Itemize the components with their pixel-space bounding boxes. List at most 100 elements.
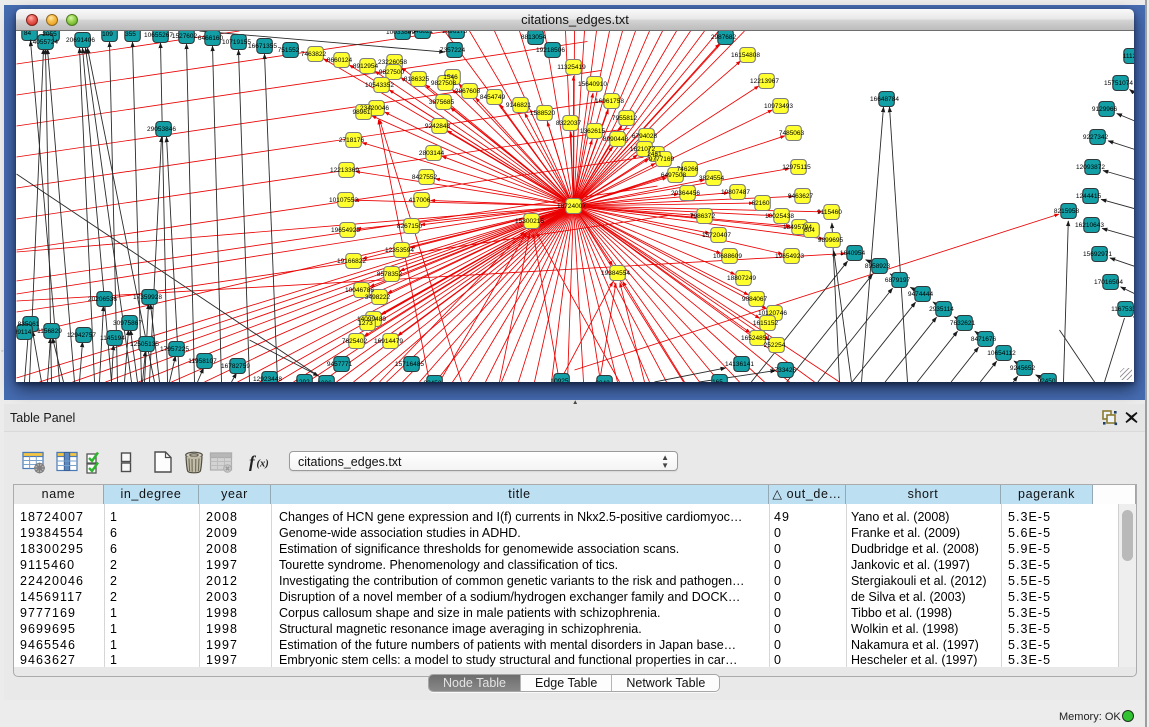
svg-text:10120746: 10120746 (758, 310, 787, 317)
svg-text:417006: 417006 (409, 197, 431, 204)
svg-text:29053846: 29053846 (147, 126, 176, 133)
svg-text:9646821: 9646821 (408, 31, 434, 35)
svg-text:1167533: 1167533 (1111, 306, 1133, 313)
svg-text:15300215: 15300215 (515, 218, 544, 225)
svg-text:8267150: 8267150 (397, 223, 423, 230)
svg-text:2342: 2342 (595, 380, 610, 382)
svg-text:16782759: 16782759 (221, 363, 250, 370)
svg-text:751552: 751552 (278, 47, 300, 54)
svg-text:1588520: 1588520 (530, 110, 556, 117)
svg-text:15720407: 15720407 (702, 232, 731, 239)
svg-text:19166822: 19166822 (337, 258, 366, 265)
svg-text:8990448: 8990448 (603, 136, 629, 143)
svg-text:10719155: 10719155 (222, 39, 251, 46)
svg-text:1292: 1292 (295, 379, 310, 382)
svg-text:16524851: 16524851 (741, 335, 770, 342)
svg-text:1244415: 1244415 (1076, 193, 1102, 200)
svg-text:8454749: 8454749 (480, 94, 506, 101)
svg-text:11958107: 11958107 (188, 358, 217, 365)
svg-text:12923448: 12923448 (253, 376, 282, 382)
svg-text:1615152: 1615152 (753, 320, 779, 327)
svg-text:835061: 835061 (18, 321, 40, 328)
svg-text:(x): (x) (257, 458, 269, 469)
svg-text:6879197: 6879197 (885, 277, 911, 284)
svg-text:9129966: 9129966 (1092, 106, 1118, 113)
svg-text:16210643: 16210643 (1075, 222, 1104, 229)
svg-text:16671355: 16671355 (248, 43, 277, 50)
svg-text:6497508: 6497508 (661, 172, 687, 179)
svg-text:12353594: 12353594 (385, 247, 414, 254)
svg-text:2987682: 2987682 (711, 34, 737, 41)
svg-text:2055: 2055 (42, 31, 57, 38)
svg-text:9457771: 9457771 (327, 361, 353, 368)
svg-text:9242848: 9242848 (425, 123, 451, 130)
svg-text:9899695: 9899695 (818, 237, 844, 244)
svg-text:30975867: 30975867 (113, 320, 142, 327)
svg-text:8186325: 8186325 (404, 76, 430, 83)
svg-text:12975115: 12975115 (782, 164, 811, 171)
svg-text:1733426: 1733426 (771, 367, 797, 374)
svg-text:1362615: 1362615 (580, 128, 606, 135)
svg-text:16648784: 16648784 (870, 96, 899, 103)
svg-text:2935114: 2935114 (929, 306, 954, 313)
svg-text:1156829: 1156829 (37, 328, 62, 335)
svg-text:12213369: 12213369 (330, 167, 359, 174)
svg-text:9474444: 9474444 (908, 291, 934, 298)
svg-text:7986372: 7986372 (690, 213, 716, 220)
svg-text:1112: 1112 (1123, 53, 1134, 60)
svg-text:15716485: 15716485 (395, 361, 424, 368)
svg-text:10543352: 10543352 (365, 82, 394, 89)
svg-text:8427552: 8427552 (412, 174, 438, 181)
svg-text:16961758: 16961758 (595, 98, 624, 105)
svg-text:6466160: 6466160 (198, 35, 224, 42)
svg-text:7357224: 7357224 (440, 47, 466, 54)
svg-text:7485063: 7485063 (779, 130, 805, 137)
svg-text:9084067: 9084067 (742, 296, 768, 303)
svg-text:746266: 746266 (677, 166, 699, 173)
svg-text:12093872: 12093872 (1076, 164, 1105, 171)
svg-text:11325419: 11325419 (557, 64, 586, 71)
svg-text:17016504: 17016504 (1094, 279, 1123, 286)
svg-text:8958923: 8958923 (865, 263, 891, 270)
svg-text:16154808: 16154808 (731, 52, 760, 59)
svg-text:2803144: 2803144 (419, 150, 445, 157)
svg-text:8215958: 8215958 (1054, 208, 1080, 215)
svg-text:19384554: 19384554 (601, 270, 630, 277)
svg-text:39114: 39114 (16, 329, 32, 336)
svg-text:14136141: 14136141 (725, 361, 754, 368)
svg-text:84: 84 (24, 31, 32, 37)
svg-text:92450: 92450 (423, 380, 441, 382)
svg-text:8660124: 8660124 (327, 57, 353, 64)
svg-text:604: 604 (804, 227, 815, 234)
svg-text:1273: 1273 (358, 320, 373, 327)
svg-text:10025438: 10025438 (765, 213, 794, 220)
svg-text:20691406: 20691406 (66, 37, 95, 44)
svg-text:2718176: 2718176 (339, 137, 365, 144)
svg-text:10654112: 10654112 (987, 350, 1016, 357)
svg-text:9146821: 9146821 (506, 102, 532, 109)
svg-text:17359928: 17359928 (133, 294, 162, 301)
svg-text:8322037: 8322037 (556, 120, 582, 127)
svg-text:252254: 252254 (764, 342, 786, 349)
svg-text:10107553: 10107553 (329, 197, 358, 204)
svg-text:9227342: 9227342 (1083, 134, 1109, 141)
svg-text:15640910: 15640910 (578, 81, 607, 88)
svg-text:355: 355 (125, 31, 136, 38)
svg-text:6794028: 6794028 (632, 133, 658, 140)
svg-text:23226058: 23226058 (378, 59, 407, 66)
svg-text:9827508: 9827508 (431, 80, 457, 87)
svg-text:2867608: 2867608 (455, 88, 481, 95)
svg-text:10688609: 10688609 (713, 253, 742, 260)
svg-text:19218506: 19218506 (536, 47, 565, 54)
svg-text:8578352: 8578352 (377, 271, 403, 278)
svg-text:12213967: 12213967 (750, 78, 779, 85)
svg-text:19654925: 19654925 (331, 227, 360, 234)
svg-text:1096: 1096 (317, 380, 332, 382)
svg-text:8912954: 8912954 (353, 63, 379, 70)
svg-text:8813054: 8813054 (521, 34, 547, 41)
svg-text:12942757: 12942757 (67, 332, 96, 339)
svg-text:7625402: 7625402 (342, 338, 368, 345)
svg-text:9115460: 9115460 (817, 209, 842, 216)
svg-text:109: 109 (102, 31, 113, 38)
svg-text:1096175: 1096175 (442, 31, 468, 35)
